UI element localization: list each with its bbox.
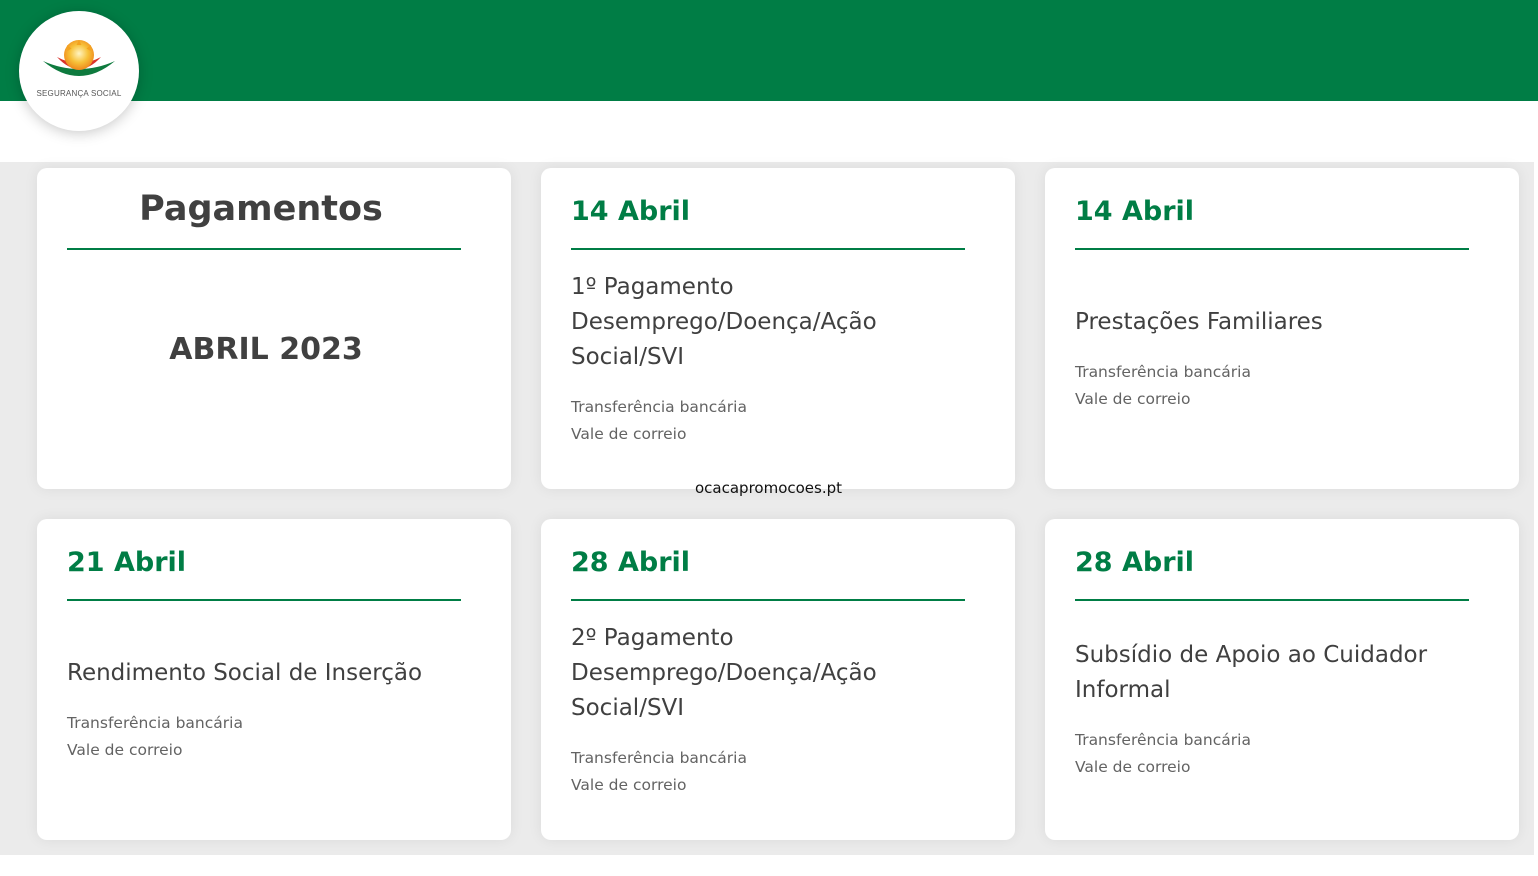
payment-date: 21 Abril: [67, 547, 187, 578]
intro-card: Pagamentos ABRIL 2023: [37, 168, 511, 489]
date-divider: [571, 248, 965, 250]
payment-card[interactable]: 28 Abril Subsídio de Apoio ao Cuidador I…: [1045, 519, 1519, 840]
payment-method: Transferência bancária: [67, 714, 243, 732]
period-label: ABRIL 2023: [169, 332, 363, 367]
title-divider: [67, 248, 461, 250]
payment-methods: Transferência bancária Vale de correio: [571, 745, 747, 799]
logo-wordmark: SEGURANÇA SOCIAL: [36, 89, 122, 98]
payment-method: Vale de correio: [67, 741, 183, 759]
payment-card[interactable]: 21 Abril Rendimento Social de Inserção T…: [37, 519, 511, 840]
payment-methods: Transferência bancária Vale de correio: [1075, 727, 1251, 781]
payment-method: Transferência bancária: [1075, 731, 1251, 749]
payment-method: Transferência bancária: [1075, 363, 1251, 381]
sunflower-logo-icon: [43, 40, 115, 76]
payment-method: Vale de correio: [571, 425, 687, 443]
payment-date: 14 Abril: [1075, 196, 1195, 227]
payment-methods: Transferência bancária Vale de correio: [1075, 359, 1251, 413]
date-divider: [571, 599, 965, 601]
date-divider: [1075, 599, 1469, 601]
payment-title: 2º Pagamento Desemprego/Doença/Ação Soci…: [571, 625, 877, 721]
payment-method: Vale de correio: [571, 776, 687, 794]
payment-title: Subsídio de Apoio ao Cuidador Informal: [1075, 642, 1428, 703]
payment-title: Rendimento Social de Inserção: [67, 660, 423, 686]
payment-method: Transferência bancária: [571, 749, 747, 767]
payment-date: 28 Abril: [571, 547, 691, 578]
date-divider: [1075, 248, 1469, 250]
payment-method: Transferência bancária: [571, 398, 747, 416]
payment-card[interactable]: 14 Abril Prestações Familiares Transferê…: [1045, 168, 1519, 489]
payment-methods: Transferência bancária Vale de correio: [571, 394, 747, 448]
payment-method: Vale de correio: [1075, 390, 1191, 408]
payment-title: Prestações Familiares: [1075, 309, 1323, 335]
payment-method: Vale de correio: [1075, 758, 1191, 776]
payment-date: 28 Abril: [1075, 547, 1195, 578]
seguranca-social-logo[interactable]: SEGURANÇA SOCIAL: [19, 11, 139, 131]
page-title: Pagamentos: [139, 189, 383, 229]
payment-date: 14 Abril: [571, 196, 691, 227]
watermark-text: ocacapromocoes.pt: [695, 479, 843, 497]
payment-card[interactable]: 14 Abril 1º Pagamento Desemprego/Doença/…: [541, 168, 1015, 489]
payment-card[interactable]: 28 Abril 2º Pagamento Desemprego/Doença/…: [541, 519, 1015, 840]
header-bar: [0, 0, 1538, 101]
payment-methods: Transferência bancária Vale de correio: [67, 710, 243, 764]
date-divider: [67, 599, 461, 601]
payment-title: 1º Pagamento Desemprego/Doença/Ação Soci…: [571, 274, 877, 370]
